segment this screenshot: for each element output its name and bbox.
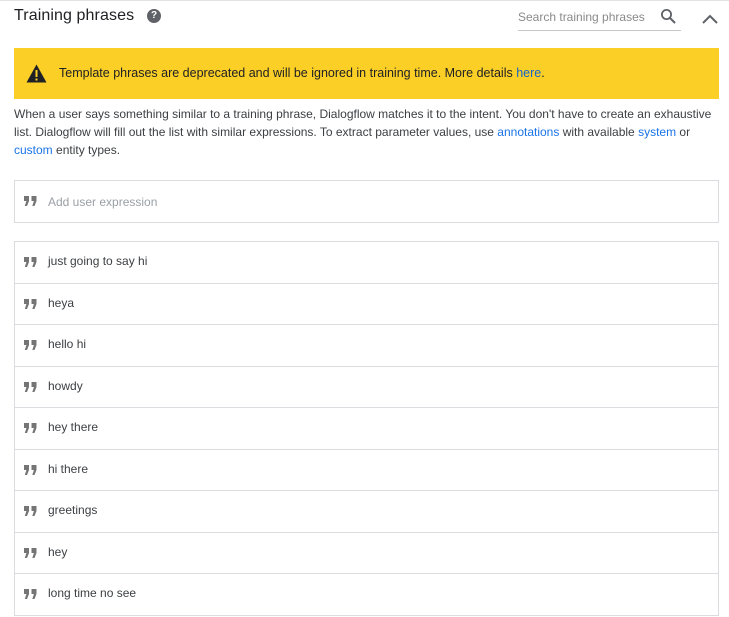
- training-phrase-row[interactable]: hey: [14, 532, 719, 574]
- training-phrase-text: howdy: [48, 378, 83, 393]
- training-phrase-row[interactable]: heya: [14, 283, 719, 325]
- training-phrase-text: heya: [48, 295, 75, 310]
- training-phrase-row[interactable]: greetings: [14, 491, 719, 533]
- chevron-up-icon[interactable]: [701, 10, 719, 28]
- add-user-expression-input[interactable]: [48, 193, 688, 211]
- description-text-4: entity types.: [52, 143, 121, 157]
- help-circle-icon[interactable]: ?: [147, 9, 161, 23]
- training-phrase-text: just going to say hi: [48, 254, 148, 268]
- training-phrase-text: greetings: [48, 503, 98, 517]
- training-phrase-row[interactable]: just going to say hi: [14, 242, 719, 284]
- system-entities-link[interactable]: system: [638, 125, 676, 139]
- quote-icon: [24, 257, 37, 267]
- quote-icon: [24, 506, 37, 516]
- quote-icon: [24, 381, 37, 392]
- section-header: Training phrases ?: [14, 0, 719, 34]
- training-phrase-text: hey: [48, 544, 68, 559]
- training-phrase-text: hello hi: [48, 337, 87, 351]
- warning-text: Template phrases are deprecated and will…: [59, 66, 517, 80]
- add-expression-box: [14, 180, 719, 223]
- quote-icon: [24, 423, 37, 433]
- quote-icon: [24, 196, 37, 206]
- section-title: Training phrases: [14, 7, 135, 24]
- section-description: When a user says something similar to a …: [14, 105, 719, 159]
- deprecation-warning-banner: Template phrases are deprecated and will…: [14, 48, 719, 99]
- training-phrase-text: hi there: [48, 461, 89, 476]
- quote-icon: [24, 464, 37, 475]
- training-phrase-text: hey there: [48, 420, 99, 434]
- description-text-2: with available: [559, 125, 639, 139]
- training-phrase-row[interactable]: hi there: [14, 449, 719, 491]
- training-phrase-list: just going to say hi heya hello hi howdy hey…: [14, 241, 719, 616]
- description-text-3: or: [676, 125, 691, 139]
- warning-message: Template phrases are deprecated and will…: [59, 66, 545, 80]
- annotations-link[interactable]: annotations: [497, 125, 559, 139]
- training-phrase-row[interactable]: howdy: [14, 366, 719, 408]
- quote-icon: [24, 589, 37, 599]
- warning-details-link[interactable]: here: [516, 66, 541, 80]
- quote-icon: [24, 298, 37, 309]
- search-box: [518, 6, 681, 31]
- training-phrase-row[interactable]: long time no see: [14, 574, 719, 616]
- warning-suffix: .: [541, 66, 545, 80]
- search-input[interactable]: [518, 8, 652, 26]
- quote-icon: [24, 340, 37, 350]
- search-icon[interactable]: [660, 8, 676, 24]
- training-phrase-row[interactable]: hey there: [14, 408, 719, 450]
- custom-entities-link[interactable]: custom: [14, 143, 53, 157]
- quote-icon: [24, 547, 37, 558]
- training-phrase-row[interactable]: hello hi: [14, 325, 719, 367]
- warning-triangle-icon: [26, 64, 47, 83]
- training-phrase-text: long time no see: [48, 586, 137, 600]
